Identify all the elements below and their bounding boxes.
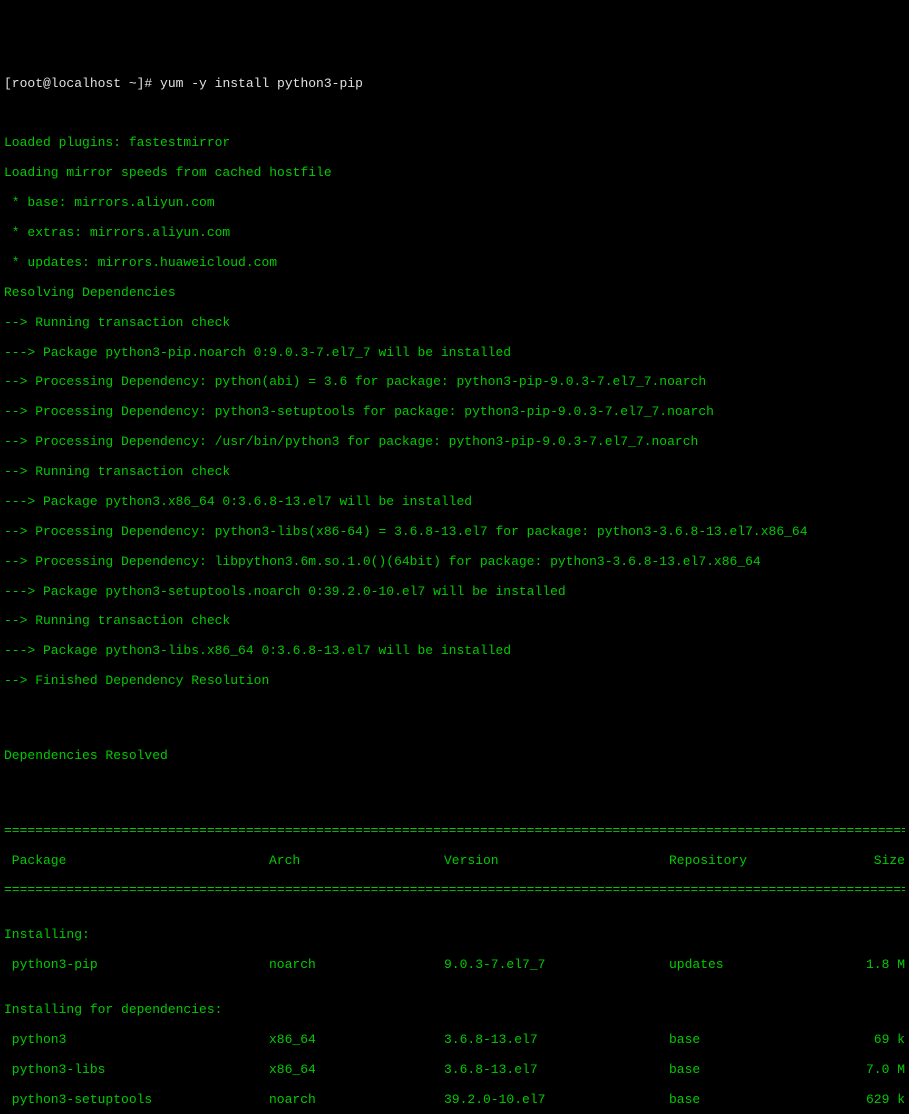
cell-pkg: python3-libs: [4, 1063, 269, 1078]
blank-line: [4, 719, 905, 734]
prompt-command: yum -y install python3-pip: [152, 76, 363, 91]
cell-repo: base: [669, 1093, 845, 1108]
cell-arch: x86_64: [269, 1033, 444, 1048]
cell-size: 7.0 M: [845, 1063, 905, 1078]
cell-pkg: python3: [4, 1033, 269, 1048]
output-line: --> Running transaction check: [4, 614, 905, 629]
output-line: ---> Package python3.x86_64 0:3.6.8-13.e…: [4, 495, 905, 510]
deps-resolved: Dependencies Resolved: [4, 749, 905, 764]
cell-size: 629 k: [845, 1093, 905, 1108]
output-line: * extras: mirrors.aliyun.com: [4, 226, 905, 241]
header-repo: Repository: [669, 854, 845, 869]
output-line: Loaded plugins: fastestmirror: [4, 136, 905, 151]
table-row: python3 x86_64 3.6.8-13.el7 base 69 k: [4, 1033, 905, 1048]
output-line: Loading mirror speeds from cached hostfi…: [4, 166, 905, 181]
table-row: python3-libs x86_64 3.6.8-13.el7 base 7.…: [4, 1063, 905, 1078]
cell-ver: 9.0.3-7.el7_7: [444, 958, 669, 973]
output-line: ---> Package python3-libs.x86_64 0:3.6.8…: [4, 644, 905, 659]
cell-ver: 39.2.0-10.el7: [444, 1093, 669, 1108]
table-divider: ========================================…: [4, 883, 905, 898]
cell-size: 69 k: [845, 1033, 905, 1048]
cell-repo: base: [669, 1063, 845, 1078]
cell-ver: 3.6.8-13.el7: [444, 1033, 669, 1048]
output-line: Resolving Dependencies: [4, 286, 905, 301]
output-line: * base: mirrors.aliyun.com: [4, 196, 905, 211]
installing-deps-label: Installing for dependencies:: [4, 1003, 905, 1018]
cell-repo: updates: [669, 958, 845, 973]
output-line: --> Processing Dependency: python3-libs(…: [4, 525, 905, 540]
header-package: Package: [4, 854, 269, 869]
cell-pkg: python3-setuptools: [4, 1093, 269, 1108]
output-line: --> Processing Dependency: /usr/bin/pyth…: [4, 435, 905, 450]
prompt-line: [root@localhost ~]# yum -y install pytho…: [4, 77, 905, 92]
cell-repo: base: [669, 1033, 845, 1048]
output-line: --> Processing Dependency: python3-setup…: [4, 405, 905, 420]
header-version: Version: [444, 854, 669, 869]
output-line: --> Running transaction check: [4, 465, 905, 480]
cell-pkg: python3-pip: [4, 958, 269, 973]
output-line: --> Processing Dependency: python(abi) =…: [4, 375, 905, 390]
table-row: python3-setuptools noarch 39.2.0-10.el7 …: [4, 1093, 905, 1108]
output-line: ---> Package python3-setuptools.noarch 0…: [4, 585, 905, 600]
table-divider: ========================================…: [4, 824, 905, 839]
installing-label: Installing:: [4, 928, 905, 943]
table-row: python3-pip noarch 9.0.3-7.el7_7 updates…: [4, 958, 905, 973]
output-line: * updates: mirrors.huaweicloud.com: [4, 256, 905, 271]
table-header-row: Package Arch Version Repository Size: [4, 854, 905, 869]
cell-arch: noarch: [269, 1093, 444, 1108]
header-arch: Arch: [269, 854, 444, 869]
cell-arch: noarch: [269, 958, 444, 973]
output-line: --> Running transaction check: [4, 316, 905, 331]
cell-size: 1.8 M: [845, 958, 905, 973]
cell-ver: 3.6.8-13.el7: [444, 1063, 669, 1078]
blank-line: [4, 779, 905, 794]
cell-arch: x86_64: [269, 1063, 444, 1078]
output-line: ---> Package python3-pip.noarch 0:9.0.3-…: [4, 346, 905, 361]
header-size: Size: [845, 854, 905, 869]
prompt-prefix: [root@localhost ~]#: [4, 76, 152, 91]
output-line: --> Finished Dependency Resolution: [4, 674, 905, 689]
